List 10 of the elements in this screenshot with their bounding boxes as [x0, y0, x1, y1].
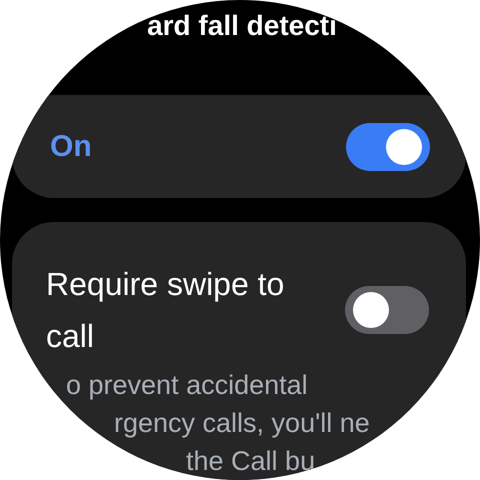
setting-label: Require swipe to call	[46, 265, 286, 356]
description-text: the Call bu	[186, 445, 316, 478]
setting-card[interactable]: Require swipe to call o prevent accidental rgency calls, you'll ne the Call bu	[12, 222, 466, 480]
toggle-switch[interactable]	[345, 286, 429, 334]
description-text: o prevent accidental	[66, 369, 309, 402]
screen-title: ard fall detecti	[146, 9, 337, 43]
toggle-switch[interactable]	[346, 122, 430, 170]
setting-card[interactable]: On	[12, 95, 466, 198]
description-text: rgency calls, you'll ne	[114, 407, 371, 440]
setting-label: On	[49, 128, 92, 164]
